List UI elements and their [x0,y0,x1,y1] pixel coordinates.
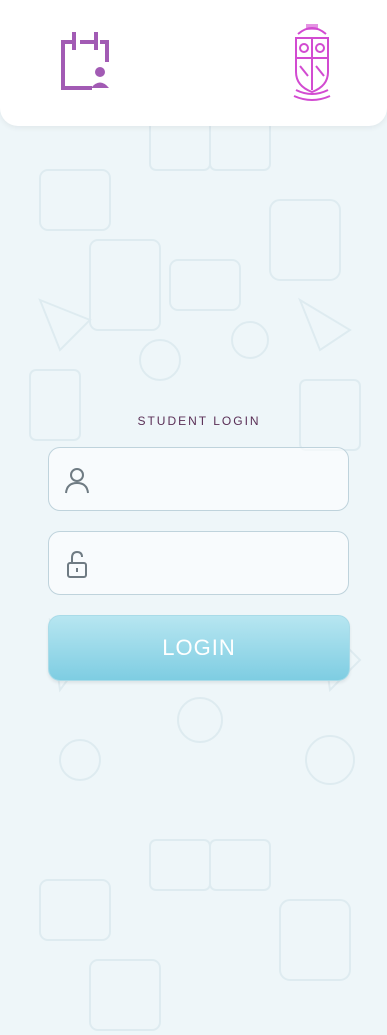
lock-icon [67,550,87,578]
header-bar [0,0,387,126]
login-button[interactable]: LOGIN [48,615,350,681]
school-crest-logo [293,24,331,101]
username-field[interactable] [48,447,349,511]
student-login-title: STUDENT LOGIN [137,414,261,428]
login-screen: STUDENT LOGIN LOGIN [0,0,387,1035]
doodle-background [29,119,362,1031]
password-field[interactable] [48,531,349,595]
user-icon [65,468,89,494]
calendar-person-icon [61,32,109,90]
password-input[interactable] [103,542,343,586]
username-input[interactable] [103,458,343,502]
